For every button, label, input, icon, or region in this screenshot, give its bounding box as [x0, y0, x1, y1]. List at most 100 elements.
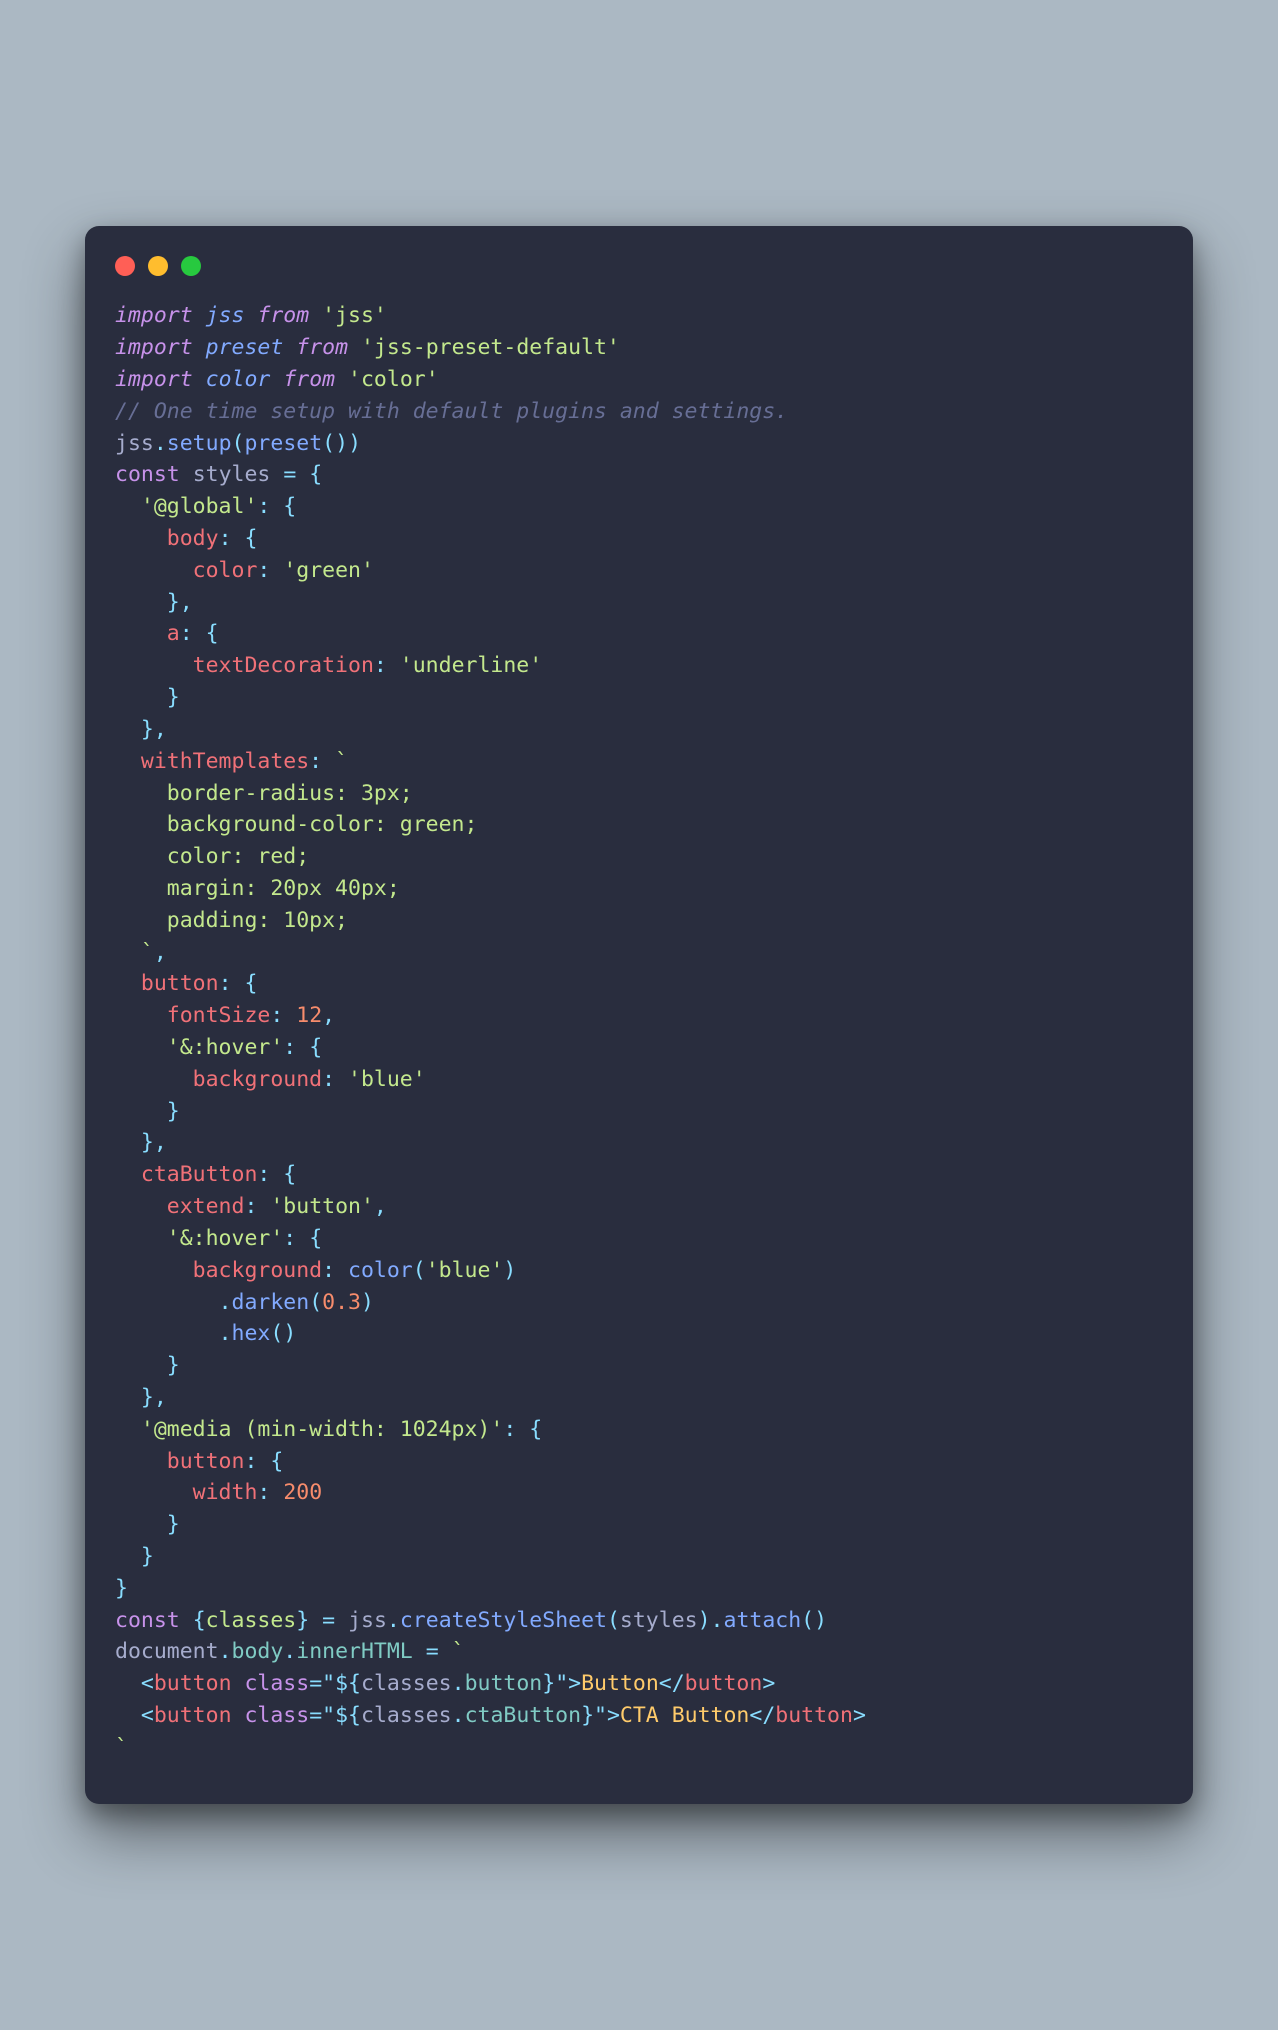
code-token: (	[309, 1290, 322, 1315]
code-token: .	[219, 1321, 232, 1346]
code-token	[115, 1449, 167, 1474]
minimize-icon[interactable]	[148, 256, 168, 276]
code-token: const	[115, 462, 180, 487]
code-token	[115, 590, 167, 615]
code-content: import jss from 'jss' import preset from…	[85, 286, 1193, 1803]
code-token: .	[452, 1671, 465, 1696]
code-token: {	[244, 526, 257, 551]
code-token: fontSize	[167, 1003, 271, 1028]
code-token	[296, 1035, 309, 1060]
code-token	[115, 1385, 141, 1410]
code-token	[270, 558, 283, 583]
code-token: )	[698, 1608, 711, 1633]
code-token: {	[244, 971, 257, 996]
code-token: 'green'	[283, 558, 374, 583]
code-token: Button	[581, 1671, 659, 1696]
code-token	[244, 303, 257, 328]
code-token: `	[452, 1639, 465, 1664]
code-token: a	[167, 621, 180, 646]
code-token: }	[141, 1385, 154, 1410]
code-token: document	[115, 1639, 219, 1664]
code-token	[115, 526, 167, 551]
code-token	[115, 1480, 193, 1505]
code-token: }	[581, 1703, 594, 1728]
code-token: }	[115, 1576, 128, 1601]
code-token: :	[322, 1067, 335, 1092]
code-token: {	[270, 1449, 283, 1474]
code-token: button	[465, 1671, 543, 1696]
code-token: =	[283, 462, 296, 487]
code-token: =	[322, 1608, 335, 1633]
code-token: button	[154, 1671, 232, 1696]
code-token: }	[167, 1099, 180, 1124]
code-token	[115, 971, 141, 996]
code-token: // One time setup with default plugins a…	[115, 399, 788, 424]
code-token: .	[283, 1639, 296, 1664]
code-token: hex	[232, 1321, 271, 1346]
code-token: }	[141, 1544, 154, 1569]
code-token	[413, 1639, 426, 1664]
code-token	[115, 1003, 167, 1028]
code-token: )	[814, 1608, 827, 1633]
code-token: margin: 20px 40px;	[115, 876, 400, 901]
code-token	[115, 1290, 219, 1315]
code-token	[115, 749, 141, 774]
code-token: :	[374, 653, 387, 678]
code-token	[296, 462, 309, 487]
code-token	[115, 1417, 141, 1442]
code-token: from	[283, 367, 335, 392]
code-token: >	[762, 1671, 775, 1696]
code-token: :	[283, 1035, 296, 1060]
maximize-icon[interactable]	[181, 256, 201, 276]
code-token: .	[219, 1290, 232, 1315]
code-token: >	[853, 1703, 866, 1728]
code-token: jss	[206, 303, 245, 328]
code-token: button	[685, 1671, 763, 1696]
code-token: setup	[167, 431, 232, 456]
code-token	[348, 335, 361, 360]
code-token: ${	[335, 1703, 361, 1728]
code-token: background	[193, 1067, 322, 1092]
code-token: color	[193, 558, 258, 583]
code-token: preset	[206, 335, 284, 360]
code-token: 'jss-preset-default'	[361, 335, 620, 360]
code-token: :	[180, 621, 193, 646]
code-token: body	[232, 1639, 284, 1664]
code-token: classes	[361, 1703, 452, 1728]
code-token: button	[141, 971, 219, 996]
code-token: 'underline'	[400, 653, 542, 678]
code-token: }	[141, 717, 154, 742]
code-token	[115, 1544, 141, 1569]
code-token: (	[413, 1258, 426, 1283]
code-token	[180, 462, 193, 487]
code-token: "	[594, 1703, 607, 1728]
code-token: )	[361, 1290, 374, 1315]
code-token: from	[257, 303, 309, 328]
code-token: color	[348, 1258, 413, 1283]
code-token	[309, 303, 322, 328]
code-token	[115, 1353, 167, 1378]
code-token: =	[426, 1639, 439, 1664]
code-token: ,	[180, 590, 193, 615]
code-token: }	[167, 685, 180, 710]
code-token	[115, 1512, 167, 1537]
code-token: =	[309, 1703, 322, 1728]
code-token: styles	[620, 1608, 698, 1633]
code-token: ctaButton	[465, 1703, 582, 1728]
code-token: ,	[374, 1194, 387, 1219]
code-token: jss	[348, 1608, 387, 1633]
code-token	[115, 685, 167, 710]
code-token: </	[659, 1671, 685, 1696]
code-token	[115, 1035, 167, 1060]
code-token	[322, 749, 335, 774]
code-token: const	[115, 1608, 180, 1633]
code-token: background-color: green;	[115, 812, 477, 837]
close-icon[interactable]	[115, 256, 135, 276]
code-token: :	[244, 1449, 257, 1474]
code-token: }	[296, 1608, 309, 1633]
code-token: `	[115, 1735, 128, 1760]
code-window: import jss from 'jss' import preset from…	[85, 226, 1193, 1803]
code-token: withTemplates	[141, 749, 309, 774]
code-token: .	[452, 1703, 465, 1728]
code-token: 0.3	[322, 1290, 361, 1315]
